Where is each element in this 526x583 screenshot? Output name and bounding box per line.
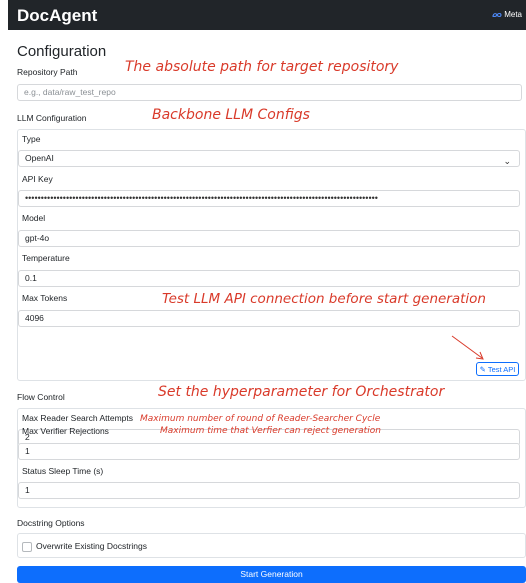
meta-badge: Meta [492, 10, 522, 19]
page-title: Configuration [17, 43, 107, 60]
docstring-options-label: Docstring Options [17, 518, 85, 528]
overwrite-checkbox[interactable] [22, 542, 32, 552]
type-select[interactable]: OpenAI ⌄ [18, 150, 520, 167]
api-key-input[interactable]: ••••••••••••••••••••••••••••••••••••••••… [18, 190, 520, 207]
type-label: Type [22, 134, 41, 144]
annotation-llm: Backbone LLM Configs [152, 107, 310, 123]
chevron-down-icon: ⌄ [503, 156, 511, 166]
sleep-time-input[interactable]: 1 [18, 482, 520, 499]
pencil-icon: ✎ [479, 365, 486, 374]
annotation-test: Test LLM API connection before start gen… [162, 291, 486, 307]
type-select-value: OpenAI [25, 153, 54, 163]
annotation-flow: Set the hyperparameter for Orchestrator [158, 384, 445, 400]
llm-config-label: LLM Configuration [17, 113, 87, 123]
test-api-button[interactable]: ✎ Test API [476, 362, 519, 376]
annotation-repo: The absolute path for target repository [125, 59, 399, 75]
flow-control-label: Flow Control [17, 392, 65, 402]
overwrite-label[interactable]: Overwrite Existing Docstrings [36, 541, 147, 551]
meta-label: Meta [504, 10, 522, 19]
max-verifier-input[interactable]: 1 [18, 443, 520, 460]
temperature-label: Temperature [22, 253, 70, 263]
test-api-label: Test API [487, 365, 516, 374]
model-input[interactable]: gpt-4o [18, 230, 520, 247]
max-tokens-label: Max Tokens [22, 293, 68, 303]
navbar: DocAgent Meta [8, 0, 526, 30]
repository-path-input[interactable]: e.g., data/raw_test_repo [17, 84, 522, 101]
repository-path-label: Repository Path [17, 67, 78, 77]
meta-logo-icon [492, 12, 502, 17]
max-reader-label: Max Reader Search Attempts [22, 413, 134, 423]
sleep-time-label: Status Sleep Time (s) [22, 466, 104, 476]
api-key-label: API Key [22, 174, 53, 184]
app-title: DocAgent [17, 6, 98, 25]
max-verifier-label: Max Verifier Rejections [22, 426, 109, 436]
annotation-reader: Maximum number of round of Reader-Search… [140, 414, 381, 424]
max-tokens-input[interactable]: 4096 [18, 310, 520, 327]
annotation-verifier: Maximum time that Verfier can reject gen… [160, 426, 381, 436]
model-label: Model [22, 213, 46, 223]
temperature-input[interactable]: 0.1 [18, 270, 520, 287]
start-generation-button[interactable]: Start Generation [17, 566, 526, 583]
annotation-arrow-icon [451, 335, 484, 360]
